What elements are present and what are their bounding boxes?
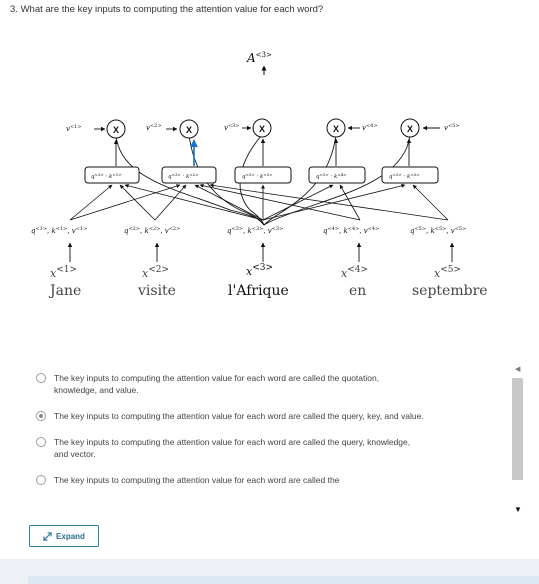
footer-strip (28, 576, 539, 584)
word-3: l'Afrique (228, 283, 289, 299)
expand-label: Expand (56, 531, 85, 541)
option-2-text: The key inputs to computing the attentio… (54, 411, 424, 421)
answer-options: The key inputs to computing the attentio… (36, 372, 476, 520)
word-4: en (349, 283, 366, 299)
word-5: septembre (412, 283, 488, 299)
radio-option-2[interactable] (36, 411, 46, 421)
qkv-fan-arrows (69, 183, 449, 221)
radio-option-4[interactable] (36, 475, 46, 485)
expand-button[interactable]: Expand (29, 525, 99, 547)
value-label-2: v<2> (146, 123, 162, 132)
x-label-3: x<3> (246, 263, 273, 278)
options-scrollbar[interactable]: ◀ ▼ (512, 366, 524, 518)
scroll-up-icon[interactable]: ◀ (515, 366, 520, 374)
option-4[interactable]: The key inputs to computing the attentio… (36, 474, 476, 486)
value-label-5: v<5> (444, 123, 460, 132)
option-2[interactable]: The key inputs to computing the attentio… (36, 410, 476, 422)
value-label-4: v<4> (362, 123, 378, 132)
dot-product-boxes: q<3> · k<1> q<3> · k<2> q<3> · k<3> q<3>… (84, 166, 439, 184)
svg-text:X: X (333, 124, 339, 134)
scroll-down-icon[interactable]: ▼ (514, 506, 522, 514)
scroll-thumb[interactable] (512, 378, 523, 480)
qkv-label-4: q<4>, k<4>, v<4> (323, 226, 379, 235)
question-text: What are the key inputs to computing the… (20, 4, 324, 15)
option-3-text: The key inputs to computing the attentio… (54, 437, 411, 459)
option-4-text: The key inputs to computing the attentio… (54, 475, 340, 485)
option-3[interactable]: The key inputs to computing the attentio… (36, 436, 476, 460)
svg-text:X: X (407, 124, 413, 134)
value-label-3: v<3> (224, 123, 240, 132)
question-title: 3. What are the key inputs to computing … (10, 4, 323, 15)
svg-text:X: X (186, 125, 192, 135)
expand-icon (43, 531, 52, 541)
x-labels: x<1> x<2> x<3> x<4> x<5> (50, 263, 461, 280)
option-1[interactable]: The key inputs to computing the attentio… (36, 372, 476, 396)
radio-option-3[interactable] (36, 437, 46, 447)
x-label-5: x<5> (434, 265, 461, 280)
qkv-label-2: q<2>, k<2>, v<2> (124, 226, 180, 235)
option-1-text: The key inputs to computing the attentio… (54, 373, 380, 395)
qkv-label-3: q<3>, k<3>, v<3> (227, 226, 283, 235)
x-label-2: x<2> (142, 265, 169, 280)
question-number: 3. (10, 4, 18, 15)
words: Jane visite l'Afrique en septembre (48, 283, 488, 299)
qkv-labels: q<1>, k<1>, v<1> q<2>, k<2>, v<2> q<3>, … (31, 226, 466, 235)
svg-text:X: X (259, 124, 265, 134)
word-2: visite (137, 283, 176, 299)
value-label-1: v<1> (66, 124, 82, 133)
x-label-1: x<1> (50, 265, 77, 280)
attention-diagram: A<3> v<1> v<2> v<3> v<4> v<5> X X X X X (31, 51, 488, 299)
svg-text:X: X (113, 125, 119, 135)
attention-output-label: A<3> (246, 51, 272, 65)
qkv-label-1: q<1>, k<1>, v<1> (31, 226, 87, 235)
word-1: Jane (48, 283, 81, 299)
qkv-label-5: q<5>, k<5>, v<5> (410, 226, 466, 235)
x-label-4: x<4> (341, 265, 368, 280)
radio-option-1[interactable] (36, 373, 46, 383)
